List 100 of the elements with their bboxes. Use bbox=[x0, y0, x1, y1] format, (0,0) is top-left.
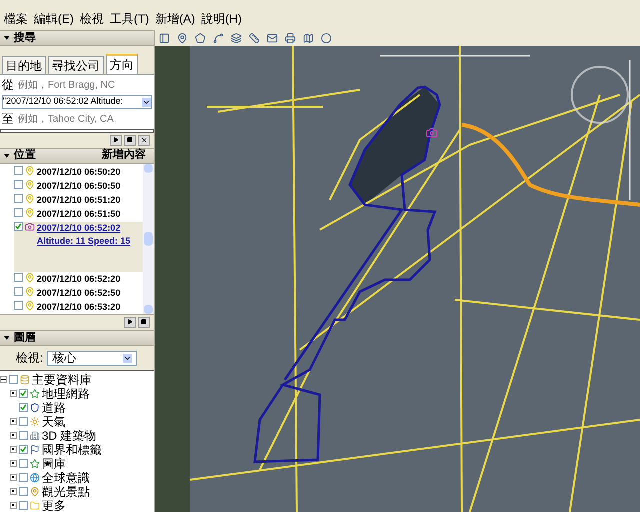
checkbox[interactable] bbox=[19, 459, 28, 468]
layer-label[interactable]: 道路 bbox=[42, 402, 66, 414]
placemark-icon[interactable] bbox=[177, 32, 188, 44]
checkbox[interactable] bbox=[14, 272, 23, 282]
menu-item[interactable]: 新增(A) bbox=[155, 2, 196, 28]
place-row[interactable]: 2007/12/10 06:50:50 bbox=[14, 180, 143, 193]
stop-button[interactable] bbox=[138, 316, 150, 328]
view-select[interactable]: 核心 bbox=[47, 350, 138, 366]
polygon-icon[interactable] bbox=[195, 32, 206, 44]
from-field[interactable]: 例如，Fort Bragg, NC bbox=[18, 78, 148, 92]
place-label[interactable]: 2007/12/10 06:52:20 bbox=[37, 272, 121, 286]
expand-icon[interactable] bbox=[10, 488, 17, 495]
place-label[interactable]: 2007/12/10 06:52:50 bbox=[37, 286, 121, 300]
panel-header[interactable]: 圖層 bbox=[0, 330, 154, 346]
tab[interactable]: 目的地 bbox=[2, 56, 46, 74]
place-row[interactable]: 2007/12/10 06:53:20 bbox=[14, 300, 143, 314]
checkbox[interactable] bbox=[14, 180, 23, 189]
expand-icon[interactable] bbox=[10, 418, 17, 425]
place-label[interactable]: 2007/12/10 06:52:02 Altitude: 11 Speed: 15 bbox=[37, 222, 143, 248]
place-row[interactable]: 2007/12/10 06:51:50 bbox=[14, 208, 143, 221]
sidebar-icon[interactable] bbox=[159, 32, 170, 44]
layer-label[interactable]: 3D 建築物 bbox=[42, 430, 97, 442]
checkbox[interactable] bbox=[19, 487, 28, 496]
panel-header[interactable]: 搜尋 bbox=[0, 30, 154, 46]
checkbox[interactable] bbox=[19, 501, 28, 510]
ruler-icon[interactable] bbox=[249, 32, 260, 44]
layer-label[interactable]: 觀光景點 bbox=[42, 486, 90, 498]
layer-label[interactable]: 國界和標籤 bbox=[42, 444, 102, 456]
expand-icon[interactable] bbox=[10, 474, 17, 481]
overlay-icon[interactable] bbox=[231, 32, 242, 44]
place-label[interactable]: 2007/12/10 06:51:20 bbox=[37, 194, 121, 207]
from-select[interactable]: "2007/12/10 06:52:02 Altitude: bbox=[2, 95, 152, 109]
expand-icon[interactable] bbox=[10, 390, 17, 397]
menu-item[interactable]: 檢視 bbox=[80, 2, 104, 28]
dropdown-icon bbox=[142, 98, 151, 106]
checkbox[interactable] bbox=[19, 473, 28, 482]
print-icon[interactable] bbox=[285, 32, 296, 44]
place-label[interactable]: 2007/12/10 06:53:20 bbox=[37, 300, 121, 314]
expand-icon[interactable] bbox=[10, 502, 17, 509]
stop-icon bbox=[141, 319, 147, 326]
play-icon bbox=[127, 319, 133, 326]
mail-icon[interactable] bbox=[267, 32, 278, 44]
scroll-thumb[interactable] bbox=[144, 232, 153, 246]
checkbox[interactable] bbox=[19, 417, 28, 426]
checkbox[interactable] bbox=[14, 222, 23, 231]
checkbox[interactable] bbox=[14, 166, 23, 175]
folder-icon bbox=[30, 500, 40, 510]
path-icon[interactable] bbox=[213, 32, 224, 44]
place-row[interactable]: 2007/12/10 06:50:20 bbox=[14, 166, 143, 179]
place-row[interactable]: 2007/12/10 06:51:20 bbox=[14, 194, 143, 207]
checkbox[interactable] bbox=[9, 375, 18, 384]
place-label[interactable]: 2007/12/10 06:50:20 bbox=[37, 166, 121, 179]
tab[interactable]: 尋找公司 bbox=[48, 56, 104, 74]
layer-label[interactable]: 天氣 bbox=[42, 416, 66, 428]
collapse-icon[interactable] bbox=[4, 36, 10, 40]
collapse-icon[interactable] bbox=[4, 336, 10, 340]
panel-header[interactable]: 位置 新增內容 bbox=[0, 148, 154, 164]
layer-label[interactable]: 圖庫 bbox=[42, 458, 66, 470]
checkbox[interactable] bbox=[19, 403, 28, 412]
collapse-icon[interactable] bbox=[4, 154, 10, 158]
database-icon bbox=[20, 374, 30, 384]
pin-icon bbox=[25, 194, 35, 204]
play-button[interactable] bbox=[110, 134, 122, 146]
scrollbar[interactable] bbox=[143, 164, 154, 314]
checkbox[interactable] bbox=[14, 194, 23, 203]
place-row[interactable]: 2007/12/10 06:52:20 bbox=[14, 272, 143, 286]
place-label[interactable]: 2007/12/10 06:50:50 bbox=[37, 180, 121, 193]
pin-icon bbox=[25, 300, 35, 311]
place-row[interactable]: 2007/12/10 06:52:50 bbox=[14, 286, 143, 300]
checkbox[interactable] bbox=[19, 445, 28, 454]
play-button[interactable] bbox=[124, 316, 136, 328]
to-field[interactable]: 例如，Tahoe City, CA bbox=[18, 112, 148, 126]
stop-icon bbox=[127, 137, 133, 144]
building-icon bbox=[30, 430, 40, 440]
checkbox[interactable] bbox=[19, 431, 28, 440]
expand-icon[interactable] bbox=[10, 460, 17, 467]
menu-item[interactable]: 說明(H) bbox=[201, 2, 242, 28]
menu-item[interactable]: 檔案 bbox=[4, 2, 28, 28]
layer-label[interactable]: 全球意識 bbox=[42, 472, 90, 484]
close-button[interactable] bbox=[138, 134, 150, 146]
checkbox[interactable] bbox=[14, 208, 23, 217]
satellite-map-drawing[interactable] bbox=[155, 46, 640, 512]
menu-item[interactable]: 編輯(E) bbox=[34, 2, 74, 28]
menu-item[interactable]: 工具(T) bbox=[110, 2, 150, 28]
expand-icon[interactable] bbox=[10, 446, 17, 453]
place-row[interactable]: 2007/12/10 06:52:02 Altitude: 11 Speed: 15 bbox=[14, 222, 143, 272]
expand-icon[interactable] bbox=[10, 432, 17, 439]
checkbox[interactable] bbox=[14, 300, 23, 310]
collapse-icon[interactable] bbox=[0, 376, 7, 383]
layer-label[interactable]: 主要資料庫 bbox=[32, 374, 92, 386]
checkbox[interactable] bbox=[14, 286, 23, 296]
stop-button[interactable] bbox=[124, 134, 136, 146]
layer-label[interactable]: 地理網路 bbox=[42, 388, 90, 400]
map-icon[interactable] bbox=[303, 32, 314, 44]
place-label[interactable]: 2007/12/10 06:51:50 bbox=[37, 208, 121, 221]
checkbox[interactable] bbox=[19, 389, 28, 398]
pin-icon bbox=[30, 486, 40, 496]
tab[interactable]: 方向 bbox=[106, 54, 138, 74]
layer-label[interactable]: 更多 bbox=[42, 500, 66, 512]
add-content-button[interactable]: 新增內容 bbox=[98, 147, 150, 164]
